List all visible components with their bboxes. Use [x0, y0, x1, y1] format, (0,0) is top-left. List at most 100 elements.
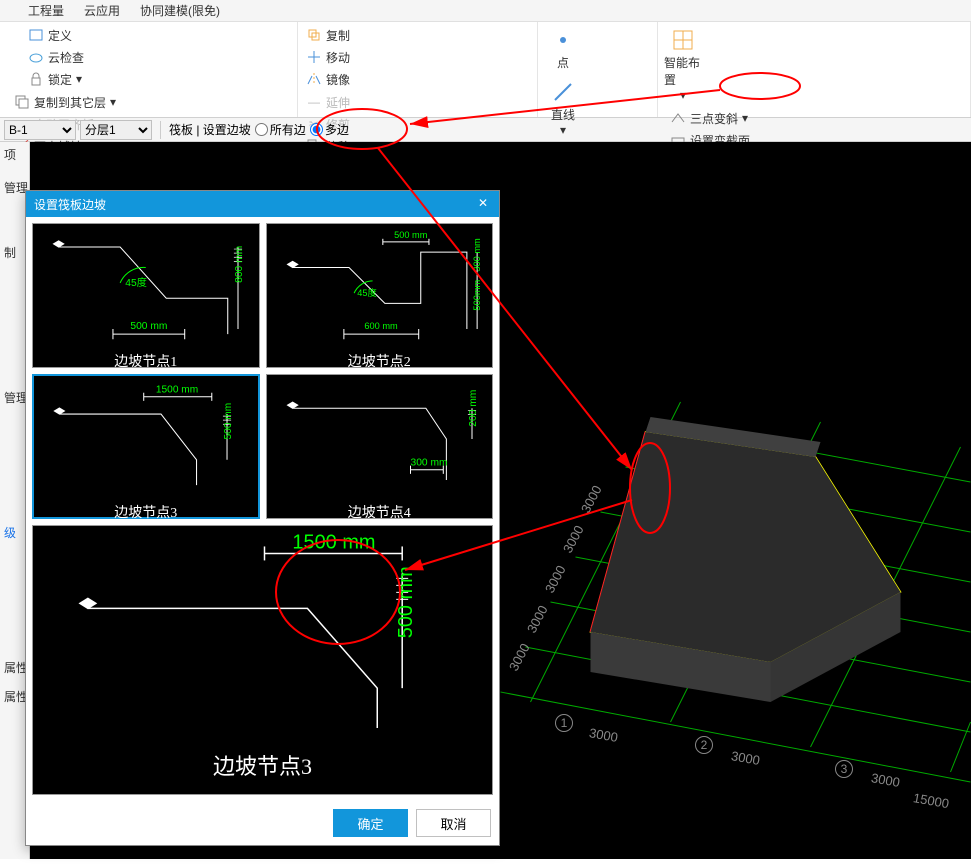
slope-node-2[interactable]: 500 mm 600 mm 300 mm 500mm 45度 边坡节点2	[266, 223, 494, 368]
lock-label: 锁定	[48, 71, 72, 88]
slope-node-3[interactable]: 1500 mm 500 mm 边坡节点3	[32, 374, 260, 519]
move-button[interactable]: 移动	[302, 46, 533, 68]
cloud-check-label: 云检查	[48, 49, 84, 66]
layer-select[interactable]: 分层1	[80, 120, 152, 140]
slope-node-4[interactable]: 300 mm 200 mm 边坡节点4	[266, 374, 494, 519]
move-label: 移动	[326, 49, 350, 66]
smart-icon	[671, 28, 695, 52]
three-point-tilt-button[interactable]: 三点变斜 ▾	[666, 107, 966, 129]
svg-text:3000: 3000	[524, 603, 551, 636]
ribbon-group-modify: 复制 移动 镜像 —延伸 ✂修剪 偏移 ⎋打断 合并 分割 对齐▾ 删除 旋转 …	[298, 22, 538, 117]
extend-button[interactable]: —延伸	[302, 91, 533, 113]
lock-button[interactable]: 锁定▾	[24, 68, 293, 90]
svg-text:500mm: 500mm	[472, 279, 482, 310]
chevron-down-icon: ▾	[110, 95, 116, 109]
axis-bubble-2: 2	[695, 736, 713, 754]
mirror-button[interactable]: 镜像	[302, 68, 533, 90]
node-card-label: 边坡节点3	[34, 498, 258, 526]
slope-settings-dialog: 设置筏板边坡 ✕	[25, 190, 500, 846]
move-icon	[306, 49, 322, 65]
node-grid: 45度 500 mm 800 mm 边坡节点1	[32, 223, 493, 519]
lock-icon	[28, 71, 44, 87]
dialog-footer: 确定 取消	[26, 801, 499, 845]
dialog-body: 45度 500 mm 800 mm 边坡节点1	[26, 217, 499, 801]
cloud-icon	[28, 49, 44, 65]
chevron-down-icon: ▾	[742, 111, 748, 125]
ok-button[interactable]: 确定	[333, 809, 408, 837]
copy-button[interactable]: 复制	[302, 24, 533, 46]
menu-item-cloud[interactable]: 云应用	[84, 2, 120, 19]
close-icon[interactable]: ✕	[475, 196, 491, 212]
point-icon	[551, 28, 575, 52]
slope-preview: 1500 mm 500 mm 边坡节点3	[32, 525, 493, 795]
left-item: 项	[0, 142, 29, 167]
tilt-label: 三点变斜	[690, 110, 738, 127]
svg-text:3000: 3000	[506, 641, 533, 674]
cloud-check-button[interactable]: 云检查	[24, 46, 293, 68]
axis-bubble-3: 3	[835, 760, 853, 778]
radio-multi-label: 多边	[325, 121, 349, 138]
ribbon-group-draw: 点 直线▾ 绘图 ▾	[538, 22, 658, 117]
svg-text:300 mm: 300 mm	[410, 458, 447, 469]
line-icon	[551, 80, 575, 104]
point-button[interactable]: 点	[542, 24, 584, 75]
define-icon	[28, 27, 44, 43]
svg-text:300 mm: 300 mm	[472, 238, 482, 272]
dialog-title-text: 设置筏板边坡	[34, 196, 106, 213]
svg-text:15000: 15000	[912, 790, 950, 811]
cancel-button[interactable]: 取消	[416, 809, 491, 837]
axis-bubble-1: 1	[555, 714, 573, 732]
preview-title: 边坡节点3	[33, 741, 492, 795]
chevron-down-icon: ▾	[680, 88, 686, 102]
svg-text:500 mm: 500 mm	[394, 230, 428, 240]
menu-item-engineering[interactable]: 工程量	[28, 2, 64, 19]
mirror-label: 镜像	[326, 71, 350, 88]
svg-text:500 mm: 500 mm	[130, 321, 167, 332]
radio-multi-edges[interactable]: 多边	[310, 121, 349, 138]
svg-text:1500 mm: 1500 mm	[292, 531, 375, 553]
svg-text:600 mm: 600 mm	[364, 321, 398, 331]
svg-text:3000: 3000	[730, 748, 761, 768]
mirror-icon	[306, 71, 322, 87]
options-label: 筏板 | 设置边坡	[169, 121, 251, 138]
node-card-label: 边坡节点2	[267, 347, 493, 375]
svg-text:500 mm: 500 mm	[395, 566, 417, 638]
separator	[160, 121, 161, 139]
node-card-label: 边坡节点4	[267, 498, 493, 526]
ribbon-group-general: 定义 云检查 锁定▾ 复制到其它层▾ 自动平齐板▾ 两点辅轴▾ 长度标注▾ 图元…	[0, 22, 298, 117]
dialog-titlebar[interactable]: 设置筏板边坡 ✕	[26, 191, 499, 217]
svg-text:45度: 45度	[125, 276, 147, 289]
line-label: 直线	[551, 106, 575, 123]
copy-layer-label: 复制到其它层	[34, 94, 106, 111]
line-button[interactable]: 直线▾	[542, 76, 584, 141]
svg-text:1500 mm: 1500 mm	[156, 385, 198, 396]
radio-all-edges[interactable]: 所有边	[255, 121, 306, 138]
slope-node-1[interactable]: 45度 500 mm 800 mm 边坡节点1	[32, 223, 260, 368]
node-card-label: 边坡节点1	[33, 347, 259, 375]
copy-icon	[306, 27, 322, 43]
extend-icon: —	[306, 94, 322, 110]
component-select[interactable]: B-1	[4, 120, 76, 140]
svg-text:3000: 3000	[588, 725, 619, 745]
menu-item-collab[interactable]: 协同建模(限免)	[140, 2, 220, 19]
tilt-icon	[670, 110, 686, 126]
define-label: 定义	[48, 27, 72, 44]
ribbon-group-raft-edit: 智能布置▾ 三点变斜▾ 设置变截面 设置边坡 取消边坡 查看板内钢筋 查改标高 …	[658, 22, 971, 117]
copy-to-layer-button[interactable]: 复制到其它层 ▾	[10, 91, 293, 113]
svg-text:3000: 3000	[578, 483, 605, 516]
svg-text:3000: 3000	[560, 523, 587, 556]
smart-layout-button[interactable]: 智能布置▾	[662, 24, 704, 106]
define-button[interactable]: 定义	[24, 24, 293, 46]
svg-text:3000: 3000	[870, 770, 901, 790]
svg-text:45度: 45度	[357, 287, 376, 298]
ribbon: 定义 云检查 锁定▾ 复制到其它层▾ 自动平齐板▾ 两点辅轴▾ 长度标注▾ 图元…	[0, 22, 971, 118]
svg-text:3000: 3000	[542, 563, 569, 596]
point-label: 点	[557, 54, 569, 71]
extend-label: 延伸	[326, 94, 350, 111]
svg-text:200 mm: 200 mm	[468, 390, 479, 427]
radio-all-label: 所有边	[270, 121, 306, 138]
svg-text:800 mm: 800 mm	[234, 246, 245, 283]
svg-text:500 mm: 500 mm	[223, 403, 234, 440]
menu-bar: 工程量 云应用 协同建模(限免)	[0, 0, 971, 22]
copy-layer-icon	[14, 94, 30, 110]
